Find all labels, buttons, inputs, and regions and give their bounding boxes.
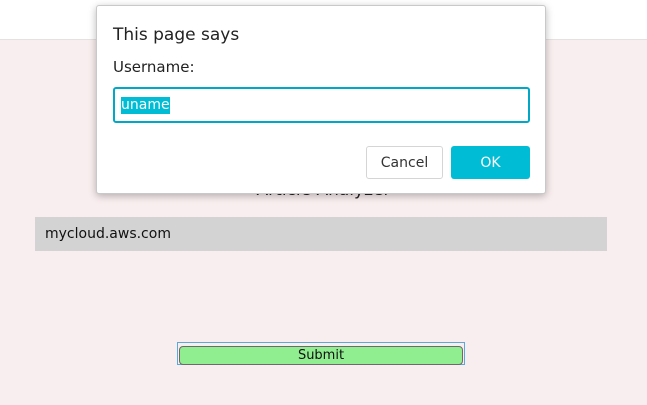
ok-button[interactable]: OK xyxy=(451,146,530,179)
username-input-value: uname xyxy=(121,96,170,114)
cancel-button[interactable]: Cancel xyxy=(366,146,443,179)
submit-button[interactable]: Submit xyxy=(179,346,463,365)
url-input[interactable]: mycloud.aws.com xyxy=(35,217,607,251)
username-input[interactable]: uname xyxy=(113,87,530,123)
username-label: Username: xyxy=(113,58,195,76)
prompt-dialog: This page says Username: uname Cancel OK xyxy=(96,5,546,194)
submit-focus-ring: Submit xyxy=(177,342,465,365)
dialog-title: This page says xyxy=(113,25,240,45)
